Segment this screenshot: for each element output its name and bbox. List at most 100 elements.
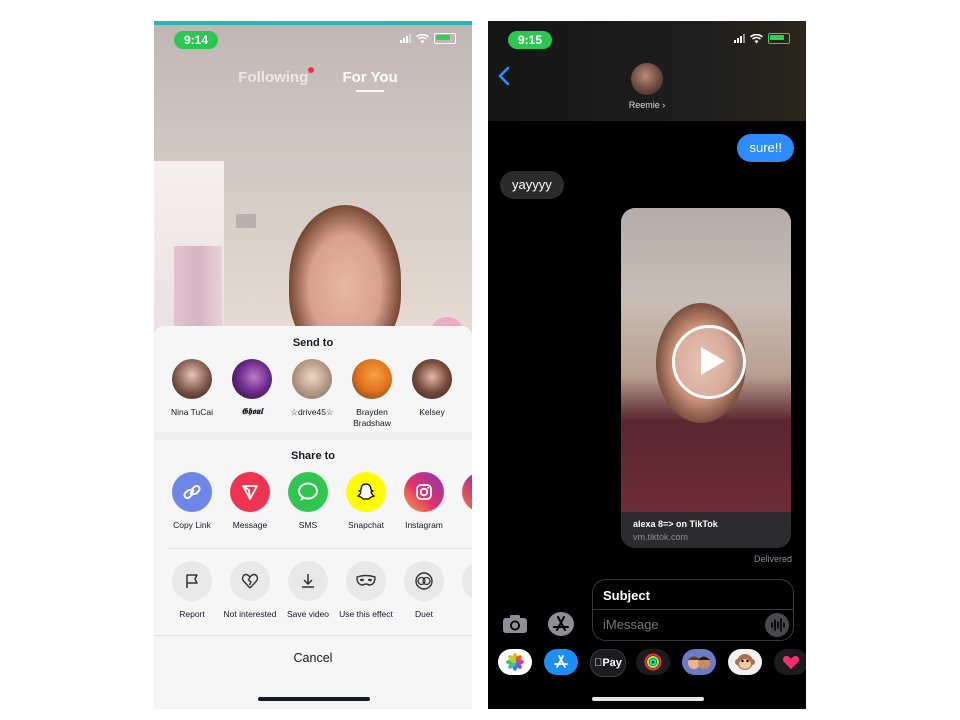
cancel-button[interactable]: Cancel: [154, 651, 472, 665]
play-icon[interactable]: [672, 325, 746, 399]
broken-heart-icon: [230, 561, 270, 601]
share-label: St: [452, 520, 472, 530]
tab-following[interactable]: Following: [228, 67, 318, 86]
share-label: Message: [232, 520, 268, 530]
cellular-signal-icon: [400, 34, 411, 43]
notification-dot: [308, 67, 315, 73]
send-icon: [230, 472, 270, 512]
link-url: vm.tiktok.com: [633, 532, 689, 542]
contact-item[interactable]: D: [462, 359, 472, 418]
action-label: Report: [179, 609, 205, 619]
download-icon: [288, 561, 328, 601]
send-to-row: Nina TuCai 𝕲𝖍𝖔𝖚𝖑 ☆drive45☆ Brayden Brads…: [162, 359, 472, 439]
battery-icon: [434, 33, 456, 44]
report-button[interactable]: Report: [162, 561, 222, 619]
avatar: [172, 359, 212, 399]
share-label: SMS: [298, 520, 318, 530]
avatar: [292, 359, 332, 399]
share-sms[interactable]: SMS: [278, 472, 338, 530]
contact-item[interactable]: Kelsey: [402, 359, 462, 418]
share-sheet: Send to Nina TuCai 𝕲𝖍𝖔𝖚𝖑 ☆drive45☆ Brayd…: [154, 326, 472, 709]
digital-touch-icon[interactable]: [774, 649, 806, 675]
actions-row: Report Not interested Save video Use thi…: [162, 561, 472, 621]
duet-icon: [404, 561, 444, 601]
share-label: Instagram: [405, 520, 443, 530]
tab-for-you[interactable]: For You: [342, 69, 398, 92]
app-store-icon[interactable]: [544, 649, 578, 675]
battery-icon: [768, 33, 790, 44]
link-preview-card[interactable]: alexa 8=> on TikTok vm.tiktok.com: [621, 208, 791, 548]
contact-item[interactable]: 𝕲𝖍𝖔𝖚𝖑: [222, 359, 282, 418]
back-chevron-icon[interactable]: [498, 65, 510, 93]
contact-item[interactable]: Nina TuCai: [162, 359, 222, 418]
section-divider: [168, 548, 472, 549]
avatar: [232, 359, 272, 399]
more-action-button[interactable]: S: [452, 561, 472, 619]
share-label: Copy Link: [173, 520, 211, 530]
share-to-row: Copy Link Message SMS Snapchat Instagram: [162, 472, 472, 532]
avatar: [412, 359, 452, 399]
feed-tabs: Following For You: [154, 67, 472, 92]
share-message[interactable]: Message: [220, 472, 280, 530]
avatar: [352, 359, 392, 399]
top-accent-bar: [154, 21, 472, 25]
not-interested-button[interactable]: Not interested: [220, 561, 280, 619]
contact-name: ☆drive45☆: [290, 407, 334, 417]
outgoing-message[interactable]: sure!!: [737, 134, 794, 162]
flag-icon: [172, 561, 212, 601]
video-vent: [236, 214, 256, 228]
action-label: Not interested: [223, 609, 277, 619]
memoji-icon[interactable]: [682, 649, 716, 675]
action-label: Save video: [286, 609, 330, 619]
section-divider: [154, 432, 472, 440]
home-indicator[interactable]: [592, 697, 704, 701]
message-input[interactable]: [603, 617, 753, 632]
use-effect-button[interactable]: Use this effect: [336, 561, 396, 619]
cellular-signal-icon: [734, 34, 745, 43]
contact-avatar[interactable]: [631, 63, 663, 95]
monkey-icon[interactable]: [728, 649, 762, 675]
link-title: alexa 8=> on TikTok: [633, 519, 718, 529]
save-video-button[interactable]: Save video: [278, 561, 338, 619]
audio-waveform-icon[interactable]: [765, 613, 789, 637]
subject-field[interactable]: Subject: [603, 588, 650, 603]
link-icon: [172, 472, 212, 512]
contact-name[interactable]: Reemie ›: [488, 100, 806, 110]
contact-item[interactable]: ☆drive45☆: [282, 359, 342, 418]
duet-button[interactable]: Duet: [394, 561, 454, 619]
section-divider: [154, 635, 472, 636]
status-icons: [400, 33, 456, 44]
chat-icon: [288, 472, 328, 512]
send-to-title: Send to: [292, 337, 334, 349]
camera-icon[interactable]: [502, 613, 528, 635]
home-indicator[interactable]: [258, 697, 370, 701]
tab-following-label: Following: [238, 69, 309, 86]
share-label: Snapchat: [348, 520, 384, 530]
status-time: 9:14: [174, 31, 218, 49]
share-copy-link[interactable]: Copy Link: [162, 472, 222, 530]
contact-name: D: [462, 407, 472, 418]
activity-icon[interactable]: [636, 649, 670, 675]
incoming-message[interactable]: yayyyy: [500, 171, 564, 199]
apple-pay-label: Pay: [598, 657, 622, 669]
imessage-app-strip: Pay: [498, 649, 806, 677]
photos-icon[interactable]: [498, 649, 532, 675]
more-icon: [462, 561, 472, 601]
share-instagram[interactable]: Instagram: [394, 472, 454, 530]
apple-pay-icon[interactable]: Pay: [590, 649, 626, 677]
delivered-status: Delivered: [753, 554, 792, 564]
status-time: 9:15: [508, 31, 552, 49]
apple-logo-icon: : [594, 657, 602, 669]
stories-icon: [462, 472, 472, 512]
wifi-icon: [416, 33, 429, 43]
app-store-icon[interactable]: [546, 611, 576, 637]
camera-icon: [404, 472, 444, 512]
share-stories[interactable]: St: [452, 472, 472, 530]
share-snapchat[interactable]: Snapchat: [336, 472, 396, 530]
action-label: S: [452, 609, 472, 619]
action-label: Use this effect: [339, 609, 393, 619]
tiktok-screen: 9:14 Following For You Send to Nina TuCa…: [154, 21, 472, 709]
contact-item[interactable]: Brayden Bradshaw: [342, 359, 402, 429]
mask-icon: [346, 561, 386, 601]
contact-name: Nina TuCai: [170, 407, 214, 417]
